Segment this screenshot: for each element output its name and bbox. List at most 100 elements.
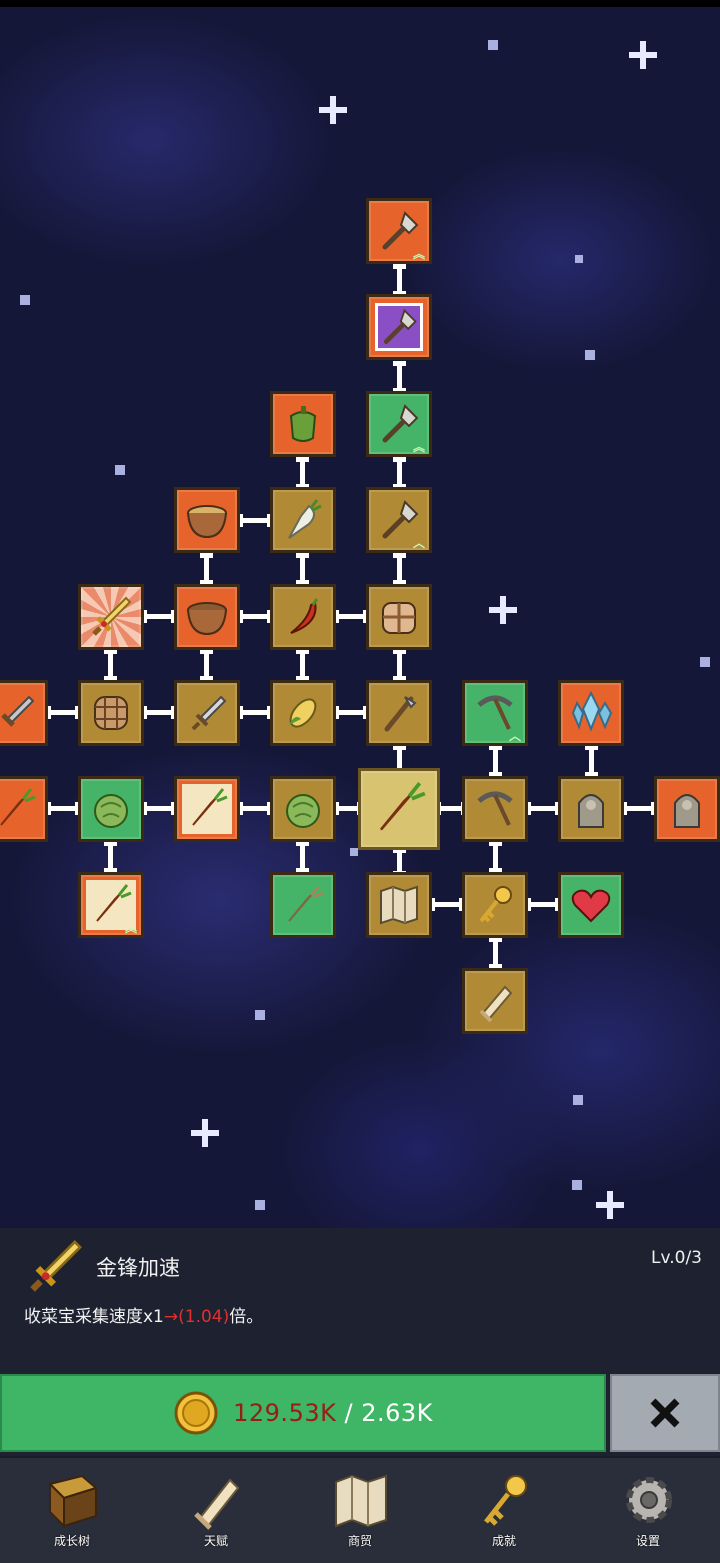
tree-connector [296,841,309,873]
star [488,40,498,50]
skill-node-bowl[interactable] [174,584,240,650]
status-bar [0,0,720,7]
skill-node-cabbage[interactable] [270,776,336,842]
nav-talent[interactable]: 天赋 [144,1458,288,1563]
carrot-icon [192,788,228,826]
skill-node-shovel-basic[interactable]: ︿ [366,487,432,553]
skill-node-shovel-green[interactable]: ︽ [366,391,432,457]
skill-desc-text: 收菜宝采集速度x1 [24,1307,164,1327]
star [20,295,30,305]
tree-connector [489,841,502,873]
parsnip-icon [288,885,324,922]
statue-icon [578,794,604,828]
skill-node-soup-bowl[interactable] [174,487,240,553]
nav-settings[interactable]: 设置 [576,1458,720,1563]
shovel-icon [383,308,417,344]
radish-icon [288,499,322,539]
skill-node-backpack[interactable] [366,584,432,650]
close-button[interactable] [610,1374,720,1452]
skill-node-pickaxe-green[interactable]: ︿ [462,680,528,746]
gear-icon [626,1477,672,1523]
skill-level: Lv.0/3 [651,1248,702,1268]
skill-node-pepper[interactable] [270,391,336,457]
tree-connector [585,745,598,777]
star [585,350,595,360]
skill-node-map[interactable] [366,872,432,938]
hoe-icon [384,696,417,732]
key-icon [479,886,512,923]
skill-node-carrot-bottom[interactable]: ︽ [78,872,144,938]
upgrade-chevron-icon: ︿ [412,536,425,550]
skill-node-corn[interactable] [270,680,336,746]
golden-sword-icon [30,1240,82,1292]
tree-connector [238,706,272,719]
skill-node-golden-sword[interactable] [78,584,144,650]
nav-label: 设置 [635,1534,660,1548]
skill-node-crystal[interactable] [558,680,624,746]
star [700,657,710,667]
nav-label: 商贸 [347,1534,372,1548]
star [255,1200,265,1210]
tree-connector [238,610,272,623]
skill-node-carrot[interactable] [174,776,240,842]
nav-label: 天赋 [203,1534,228,1548]
skill-node-heart[interactable] [558,872,624,938]
tree-connector [489,937,502,969]
upgrade-chevron-icon: ︽ [412,247,425,261]
upgrade-chevron-icon: ︽ [412,440,425,454]
tree-connector [489,745,502,777]
tree-connector [296,649,309,681]
tree-connector [334,706,368,719]
skill-node-chili[interactable] [270,584,336,650]
tree-connector [104,649,117,681]
skill-node-carrot-edge[interactable] [0,776,48,842]
crystal-icon [571,690,613,732]
skill-node-shovel[interactable]: ︽ [366,198,432,264]
skill-node-statue-edge[interactable] [654,776,720,842]
heart-icon [571,889,611,923]
map-icon [335,1474,387,1528]
nav-growth-tree[interactable]: 成长树 [0,1458,144,1563]
nav-achievements[interactable]: 成就 [432,1458,576,1563]
skill-desc-value: (1.04) [178,1307,230,1327]
tree-connector [622,802,656,815]
carrot-icon [379,781,426,831]
skill-node-key[interactable] [462,872,528,938]
nav-label: 成就 [491,1534,516,1548]
skill-node-hoe[interactable] [366,680,432,746]
skill-node-parsnip[interactable] [270,872,336,938]
gold-coin-icon [174,1391,218,1435]
tree-connector [142,802,176,815]
coin-balance: 129.53K [233,1399,337,1427]
bowl-icon [187,602,227,636]
scroll-icon [479,985,513,1023]
star [350,848,358,856]
skill-node-pickaxe[interactable] [462,776,528,842]
skill-node-scroll[interactable] [462,968,528,1034]
tree-connector [238,802,272,815]
upgrade-button[interactable]: 129.53K / 2.63K [0,1374,606,1452]
nav-trade[interactable]: 商贸 [288,1458,432,1563]
bell-pepper-icon [289,406,317,442]
tree-connector [526,898,560,911]
skill-node-root-carrot[interactable] [358,768,440,850]
star [573,1095,583,1105]
tree-connector [296,553,309,585]
tree-connector [46,706,80,719]
skill-node-barrel[interactable] [78,680,144,746]
skill-node-cabbage-green[interactable] [78,776,144,842]
skill-node-statue[interactable] [558,776,624,842]
upgrade-chevron-icon: ︿ [508,729,521,743]
skill-node-sword[interactable] [0,680,48,746]
tree-connector [334,610,368,623]
tree-connector [296,457,309,489]
golden-sword-icon [92,596,132,636]
skill-node-shovel-rare[interactable] [366,294,432,360]
skill-node-radish[interactable] [270,487,336,553]
book-icon [48,1474,99,1529]
nav-label: 成长树 [53,1534,90,1548]
skill-node-dagger[interactable] [174,680,240,746]
carrot-icon [0,788,36,826]
map-icon [380,885,418,925]
statue-icon [674,794,700,828]
